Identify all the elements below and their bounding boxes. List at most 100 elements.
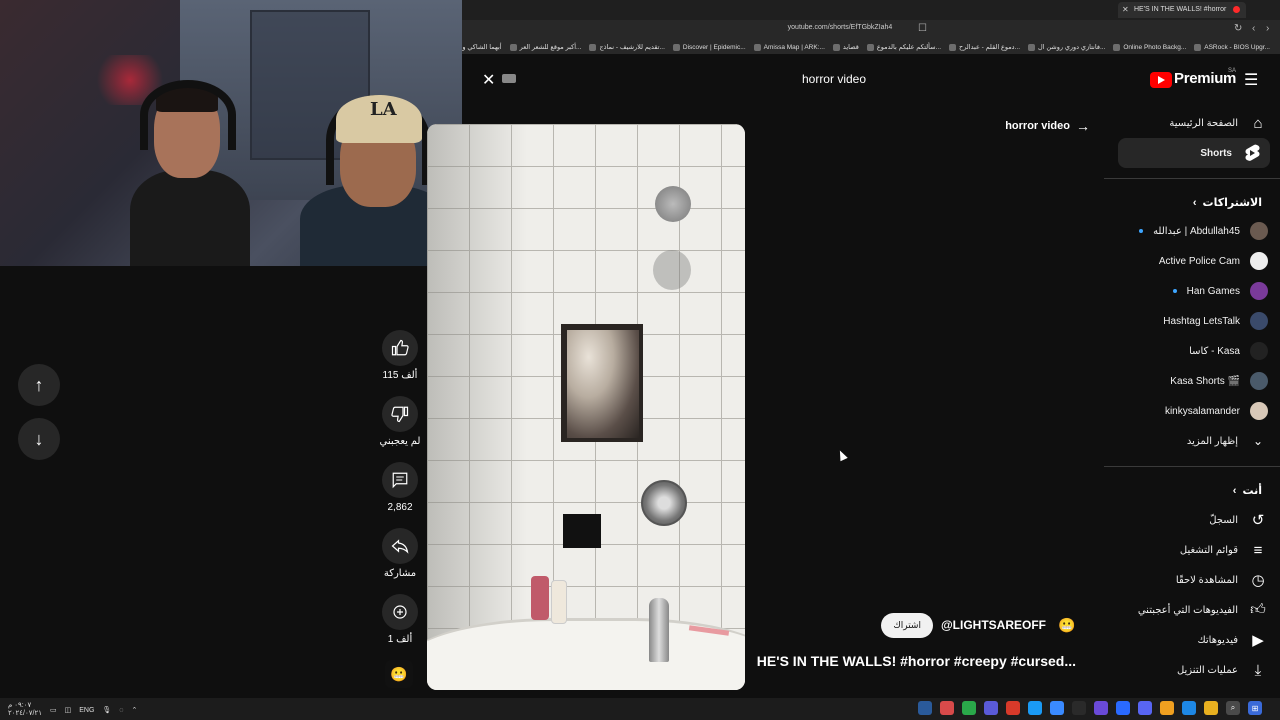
teeth-face-icon: 😬	[1058, 616, 1076, 633]
sidebar-item-downloads[interactable]: عمليات التنزيل ⤓	[1177, 655, 1268, 685]
app-icon[interactable]	[940, 701, 954, 715]
notification-icon[interactable]: ▭	[50, 706, 57, 714]
discord-icon[interactable]	[1138, 701, 1152, 715]
subscribe-button[interactable]: اشتراك	[881, 612, 933, 638]
shower-head	[655, 186, 691, 222]
bookmark-item[interactable]: أبهما الشاكي وما بك	[462, 43, 502, 51]
sidebar: الصفحة الرئيسية ⌂ Shorts ‹ الاشتراكات عب…	[1104, 108, 1280, 688]
browser-tab[interactable]: ✕ HE'S IN THE WALLS! #horror	[1118, 2, 1246, 18]
obs-icon[interactable]	[1072, 701, 1086, 715]
bookmark-item[interactable]: ASRock - BIOS Upgr...	[1194, 43, 1270, 51]
comment-icon	[392, 472, 408, 489]
subscription-item[interactable]: Han Games	[1172, 276, 1268, 306]
app-icon[interactable]	[1050, 701, 1064, 715]
microphone-icon[interactable]: 🎙︎	[102, 706, 111, 714]
short-video-player[interactable]	[427, 124, 745, 690]
arrow-right-icon: →	[1076, 118, 1090, 134]
bookmark-item[interactable]: قصايد	[833, 43, 859, 51]
avatar	[1250, 372, 1268, 390]
windows-start-icon[interactable]: ⊞	[1248, 701, 1262, 715]
subscription-name: kinkysalamander	[1164, 405, 1240, 417]
video-title[interactable]: HE'S IN THE WALLS! #horror #creepy #curs…	[757, 653, 1076, 669]
bookmark-item[interactable]: سألتكم عليكم بالدموع...	[867, 43, 941, 51]
bookmark-item[interactable]: Discover | Epidemic...	[673, 43, 746, 51]
subscription-item[interactable]: kinkysalamander	[1165, 396, 1268, 426]
downloads-icon: ⤓	[1254, 661, 1262, 679]
language-indicator[interactable]: ENG	[79, 707, 94, 714]
like-button[interactable]	[382, 330, 418, 366]
edge-browser-icon[interactable]	[1182, 701, 1196, 715]
thumbs-up-icon	[391, 339, 409, 356]
share-button[interactable]	[382, 528, 418, 564]
sidebar-item-your-videos[interactable]: فيديوهاتك ▶	[1197, 625, 1268, 655]
subscription-item[interactable]: كاسا - Kasa	[1189, 336, 1268, 366]
brave-icon[interactable]	[1006, 701, 1020, 715]
chrome-browser-icon[interactable]	[1160, 701, 1174, 715]
subscription-name: عبدالله | Abdullah45	[1153, 225, 1240, 237]
app-icon[interactable]	[984, 701, 998, 715]
sidebar-item-home[interactable]: الصفحة الرئيسية ⌂	[1169, 108, 1268, 138]
app-icon[interactable]	[962, 701, 976, 715]
subscription-item[interactable]: Active Police Cam	[1159, 246, 1268, 276]
previous-short-button[interactable]: ↑	[18, 364, 60, 406]
your-videos-icon: ▶	[1252, 632, 1264, 649]
remix-icon	[393, 605, 407, 619]
next-short-button[interactable]: ↓	[18, 418, 60, 460]
youtube-premium-logo[interactable]: Premium	[1150, 70, 1236, 90]
channel-name[interactable]: @LIGHTSAREOFF	[941, 618, 1046, 632]
like-count: 115 ألف	[382, 370, 418, 381]
arrow-down-icon: ↓	[34, 428, 44, 449]
sidebar-item-playlists[interactable]: قوائم التشغيل ≡	[1180, 535, 1268, 565]
close-tab-icon[interactable]: ✕	[1122, 5, 1129, 14]
file-explorer-icon[interactable]	[1204, 701, 1218, 715]
bookmark-item[interactable]: Amissa Map | ARK:...	[754, 43, 825, 51]
sidebar-item-shorts[interactable]: Shorts	[1118, 138, 1270, 168]
comments-button[interactable]	[382, 462, 418, 498]
channel-avatar[interactable]: 😬	[1054, 612, 1080, 638]
back-icon[interactable]: ‹	[1252, 23, 1255, 34]
bookmark-item[interactable]: فانتازي دوري روشن ال...	[1028, 43, 1105, 51]
bookmark-item[interactable]: دموع القلم - عبدالرح...	[949, 43, 1020, 51]
show-more-button[interactable]: إظهار المزيد ⌄	[1187, 426, 1268, 456]
search-bar[interactable]: horror video	[500, 66, 880, 92]
steam-icon[interactable]	[918, 701, 932, 715]
close-search-icon[interactable]: ✕	[482, 70, 495, 90]
remix-button[interactable]	[382, 594, 418, 630]
forward-icon[interactable]: ›	[1266, 23, 1269, 34]
subscription-name: Han Games	[1186, 285, 1240, 297]
sidebar-item-history[interactable]: السجلّ ↺	[1209, 505, 1268, 535]
clock[interactable]: ٠٩:٠٧ م ٢٠٢٤/٠٧/٢١	[8, 702, 42, 718]
subscription-item[interactable]: Kasa Shorts 🎬	[1170, 366, 1268, 396]
app-icon[interactable]	[1094, 701, 1108, 715]
bookmark-item[interactable]: تقديم للارشيف - نماذج...	[589, 43, 664, 51]
reload-icon[interactable]: ↻	[1234, 23, 1242, 34]
subscription-item[interactable]: Hashtag LetsTalk	[1163, 306, 1268, 336]
dislike-button[interactable]	[382, 396, 418, 432]
watch-later-icon: ◷	[1251, 572, 1265, 589]
url-field[interactable]: youtube.com/shorts/EfTGbkZIah4	[740, 24, 940, 31]
arrow-up-icon: ↑	[34, 374, 44, 395]
sidebar-item-liked-videos[interactable]: الفيديوهات التي أعجبتني 👍︎	[1138, 595, 1268, 625]
faucet	[649, 598, 669, 662]
app-icon[interactable]	[1028, 701, 1042, 715]
related-search-link[interactable]: horror video →	[1005, 118, 1090, 134]
bookmark-item[interactable]: أكبر موقع للشعر العر...	[510, 43, 582, 51]
subscription-name: Kasa Shorts 🎬	[1170, 375, 1240, 387]
you-header[interactable]: ‹ أنت	[1233, 484, 1262, 498]
subscriptions-header[interactable]: ‹ الاشتراكات	[1193, 196, 1262, 210]
shorts-icon	[1242, 143, 1262, 163]
chat-icon[interactable]: ◫	[65, 706, 72, 714]
subscription-item[interactable]: عبدالله | Abdullah45	[1139, 216, 1268, 246]
sidebar-item-watch-later[interactable]: المشاهدة لاحقًا ◷	[1176, 565, 1268, 595]
shower-knob	[641, 480, 687, 526]
search-icon[interactable]: ⌕	[1226, 701, 1240, 715]
tray-expand-icon[interactable]: ⌃	[131, 706, 137, 714]
bookmark-icon[interactable]: ☐	[918, 23, 927, 34]
avatar	[1250, 222, 1268, 240]
search-input[interactable]: horror video	[802, 72, 866, 86]
menu-icon[interactable]: ☰	[1244, 70, 1258, 90]
channel-avatar-small[interactable]: 😬	[385, 660, 413, 688]
network-icon[interactable]: ◌	[119, 707, 123, 714]
bookmark-item[interactable]: Online Photo Backg...	[1113, 43, 1186, 51]
app-icon[interactable]	[1116, 701, 1130, 715]
